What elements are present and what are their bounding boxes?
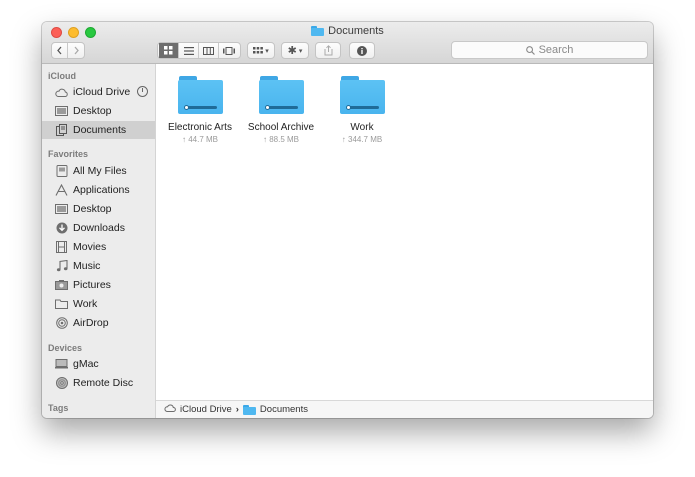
chevron-left-icon (57, 46, 62, 55)
finder-window: Documents ▾ ✱ ▾ Search iCloud iCloud Dri… (42, 22, 653, 418)
chevron-right-icon (74, 46, 79, 55)
path-separator: › (235, 404, 239, 415)
sidebar-item-remote-disc[interactable]: Remote Disc (42, 374, 155, 392)
sidebar-section-devices: Devices (48, 343, 83, 353)
sidebar-item-label: Desktop (73, 203, 112, 215)
desktop-icon (55, 203, 68, 215)
sidebar-section-tags: Tags (48, 403, 69, 413)
window-title-text: Documents (328, 25, 384, 37)
window-title: Documents (42, 25, 653, 37)
sidebar-item-label: Pictures (73, 279, 111, 291)
sidebar-item-applications[interactable]: Applications (42, 181, 155, 199)
chevron-down-icon: ▾ (298, 47, 303, 55)
file-size: ↑ 344.7 MB (341, 135, 383, 144)
chevron-down-icon: ▾ (265, 47, 269, 55)
sidebar-item-label: Applications (73, 184, 130, 196)
file-size: ↑ 88.5 MB (262, 135, 299, 144)
cloud-icon (55, 86, 68, 98)
file-size: ↑ 44.7 MB (181, 135, 218, 144)
documents-icon (55, 124, 68, 136)
arrange-button[interactable]: ▾ (247, 42, 275, 59)
folder-item-school-archive[interactable]: School Archive ↑ 88.5 MB (241, 76, 321, 144)
sidebar-item-music[interactable]: Music (42, 257, 155, 275)
folder-item-work[interactable]: Work ↑ 344.7 MB (322, 76, 402, 144)
gallery-view-icon (223, 46, 235, 55)
back-button[interactable] (52, 43, 68, 58)
desktop-icon (55, 105, 68, 117)
airdrop-icon (55, 317, 68, 329)
sidebar-item-label: Movies (73, 241, 107, 253)
movies-icon (55, 241, 68, 253)
file-name: Electronic Arts (168, 122, 232, 133)
sidebar-item-downloads[interactable]: Downloads (42, 219, 155, 237)
share-button[interactable] (315, 42, 341, 59)
nav-buttons (51, 42, 85, 59)
action-button[interactable]: ✱ ▾ (281, 42, 309, 59)
sidebar-item-movies[interactable]: Movies (42, 238, 155, 256)
sidebar-item-icloud-drive[interactable]: iCloud Drive (42, 83, 155, 101)
sidebar-item-label: iCloud Drive (73, 86, 131, 98)
icon-view-icon (164, 46, 173, 55)
sidebar-item-work[interactable]: Work (42, 295, 155, 313)
path-item-documents[interactable]: Documents (260, 404, 308, 415)
folder-icon (177, 76, 223, 114)
computer-icon (55, 358, 68, 370)
cloud-icon (164, 404, 176, 415)
file-browser-content: Electronic Arts ↑ 44.7 MB School Archive… (156, 64, 653, 400)
folder-icon (339, 76, 385, 114)
file-name: School Archive (247, 122, 315, 133)
sidebar-section-favorites: Favorites (48, 149, 89, 159)
share-icon (324, 45, 332, 56)
search-field[interactable]: Search (451, 41, 648, 59)
list-view-button[interactable] (179, 43, 199, 58)
forward-button[interactable] (68, 43, 84, 58)
folder-icon (242, 404, 256, 415)
folder-item-electronic-arts[interactable]: Electronic Arts ↑ 44.7 MB (160, 76, 240, 144)
gear-icon: ✱ (287, 45, 297, 57)
sidebar-item-desktop-fav[interactable]: Desktop (42, 200, 155, 218)
sidebar-item-label: All My Files (73, 165, 127, 177)
search-placeholder: Search (538, 44, 574, 56)
titlebar: Documents ▾ ✱ ▾ Search (42, 22, 653, 64)
sidebar-item-gmac[interactable]: gMac (42, 355, 155, 373)
all-files-icon (55, 165, 68, 177)
sidebar-item-desktop[interactable]: Desktop (42, 102, 155, 120)
sidebar-item-label: Desktop (73, 105, 112, 117)
icon-view-button[interactable] (159, 43, 179, 58)
sidebar-item-airdrop[interactable]: AirDrop (42, 314, 155, 332)
view-mode-control (157, 42, 241, 59)
sidebar-item-all-my-files[interactable]: All My Files (42, 162, 155, 180)
sidebar-item-documents[interactable]: Documents (42, 121, 155, 139)
file-name: Work (350, 122, 374, 133)
applications-icon (55, 184, 68, 196)
storage-indicator-icon (137, 86, 148, 97)
info-button[interactable] (349, 42, 375, 59)
sidebar-item-label: Remote Disc (73, 377, 134, 389)
list-view-icon (183, 46, 194, 55)
sidebar-item-label: Downloads (73, 222, 125, 234)
path-item-icloud-drive[interactable]: iCloud Drive (180, 404, 232, 415)
path-bar: iCloud Drive › Documents (156, 400, 653, 418)
sidebar-item-label: Music (73, 260, 101, 272)
sidebar-item-label: Work (73, 298, 98, 310)
folder-icon (311, 26, 325, 36)
folder-icon (55, 298, 68, 310)
downloads-icon (55, 222, 68, 234)
sidebar: iCloud iCloud Drive Desktop Documents Fa… (42, 64, 156, 418)
sidebar-item-label: Documents (73, 124, 127, 136)
info-icon (357, 45, 367, 56)
arrange-icon (253, 46, 264, 53)
gallery-view-button[interactable] (219, 43, 239, 58)
folder-icon (258, 76, 304, 114)
pictures-icon (55, 279, 68, 291)
column-view-icon (203, 46, 214, 55)
search-icon (525, 45, 535, 55)
disc-icon (55, 377, 68, 389)
sidebar-item-pictures[interactable]: Pictures (42, 276, 155, 294)
sidebar-section-icloud: iCloud (48, 71, 76, 81)
sidebar-item-label: gMac (73, 358, 99, 370)
column-view-button[interactable] (199, 43, 219, 58)
sidebar-item-label: AirDrop (73, 317, 109, 329)
music-icon (55, 260, 68, 272)
